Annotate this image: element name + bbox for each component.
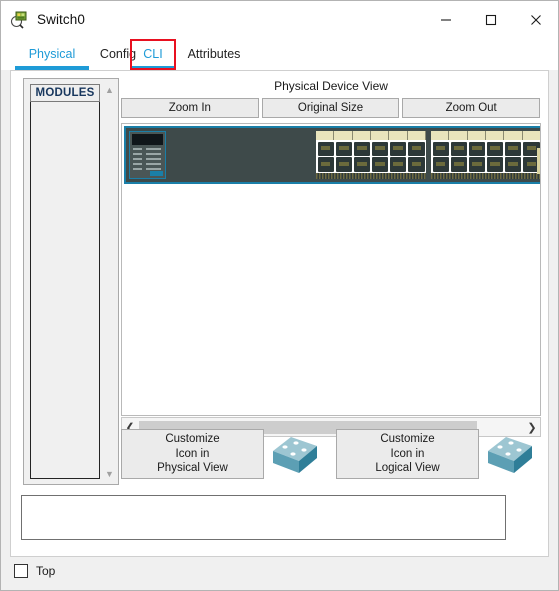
ethernet-port[interactable] [504, 157, 522, 172]
ethernet-port[interactable] [432, 157, 450, 172]
ethernet-port[interactable] [389, 157, 407, 172]
tab-physical[interactable]: Physical [15, 38, 89, 70]
modules-header: MODULES [30, 84, 100, 102]
ethernet-port[interactable] [432, 141, 450, 156]
maximize-button[interactable] [468, 1, 513, 38]
switch-chassis-graphic[interactable] [124, 126, 540, 184]
ethernet-port[interactable] [371, 141, 389, 156]
led-indicator [133, 163, 142, 165]
ethernet-port[interactable] [486, 157, 504, 172]
ethernet-port[interactable] [450, 157, 468, 172]
tab-cli-label: CLI [143, 47, 163, 61]
led-indicator [146, 163, 161, 165]
ethernet-port[interactable] [504, 141, 522, 156]
customize-logical-line2: Icon in [390, 447, 425, 460]
led-display [132, 134, 163, 145]
top-checkbox-row[interactable]: Top [14, 564, 55, 578]
minimize-button[interactable] [423, 1, 468, 38]
led-indicator [133, 153, 142, 155]
port-row-group[interactable] [431, 140, 540, 173]
window-title: Switch0 [37, 12, 85, 27]
switch-3d-icon-logical[interactable] [484, 433, 536, 477]
led-indicator [133, 148, 142, 150]
customize-icon-row: Customize Icon in Physical View Customiz… [121, 429, 541, 481]
ethernet-port[interactable] [317, 157, 335, 172]
ethernet-port[interactable] [317, 141, 335, 156]
physical-tab-panel: MODULES ▲ ▼ Physical Device View Zoom In… [10, 70, 549, 557]
top-checkbox[interactable] [14, 564, 28, 578]
physical-device-view-title: Physical Device View [274, 79, 388, 93]
original-size-button[interactable]: Original Size [261, 98, 400, 118]
window-controls [423, 1, 558, 38]
customize-icon-logical-view-button[interactable]: Customize Icon in Logical View [336, 429, 479, 479]
tab-cli[interactable]: CLI [132, 38, 174, 70]
ethernet-port[interactable] [353, 157, 371, 172]
device-view-canvas[interactable] [121, 123, 541, 416]
tab-attributes-label: Attributes [187, 47, 241, 61]
modules-scrollbar[interactable]: ▲ ▼ [102, 80, 117, 483]
modules-scroll-up-icon[interactable]: ▲ [102, 82, 117, 97]
led-indicator [146, 153, 161, 155]
zoom-button-row: Zoom In Original Size Zoom Out [121, 98, 541, 118]
modules-scroll-down-icon[interactable]: ▼ [102, 466, 117, 481]
description-textarea[interactable] [21, 495, 506, 540]
led-indicator [133, 158, 142, 160]
vent-grille [316, 173, 426, 179]
customize-physical-line2: Icon in [175, 447, 210, 460]
ethernet-port[interactable] [335, 141, 353, 156]
tab-physical-label: Physical [28, 47, 76, 61]
port-number-labels [431, 131, 540, 140]
maximize-icon [485, 14, 496, 25]
led-indicator [146, 148, 161, 150]
port-number-labels [316, 131, 426, 140]
port-group-left[interactable] [316, 131, 426, 179]
ethernet-port[interactable] [468, 157, 486, 172]
led-indicator [146, 168, 161, 170]
port-group-right[interactable] [431, 131, 540, 179]
vent-grille [431, 173, 540, 179]
led-indicator [133, 168, 142, 170]
ethernet-port[interactable] [353, 141, 371, 156]
ethernet-port[interactable] [407, 141, 425, 156]
customize-icon-physical-view-button[interactable]: Customize Icon in Physical View [121, 429, 264, 479]
ethernet-port[interactable] [486, 141, 504, 156]
modules-list[interactable]: MODULES [30, 84, 100, 479]
customize-physical-line1: Customize [165, 432, 220, 445]
status-led-panel [129, 131, 166, 179]
top-checkbox-label: Top [36, 564, 56, 578]
ethernet-port[interactable] [389, 141, 407, 156]
customize-physical-line3: Physical View [157, 462, 228, 475]
zoom-out-button[interactable]: Zoom Out [402, 98, 541, 118]
ethernet-port[interactable] [371, 157, 389, 172]
ethernet-port[interactable] [450, 141, 468, 156]
packet-tracer-device-icon [10, 11, 28, 29]
led-indicator [146, 158, 161, 160]
ethernet-port[interactable] [335, 157, 353, 172]
close-button[interactable] [513, 1, 558, 38]
customize-logical-line1: Customize [380, 432, 435, 445]
ethernet-port[interactable] [407, 157, 425, 172]
minimize-icon [440, 18, 451, 21]
modules-panel: MODULES ▲ ▼ [23, 78, 119, 485]
ethernet-port[interactable] [468, 141, 486, 156]
tab-attributes[interactable]: Attributes [175, 38, 253, 70]
tab-bar: Physical Config CLI Attributes [1, 38, 558, 70]
device-window: Switch0 Physical Config CLI Attributes M… [0, 0, 559, 591]
bottom-bar: Top [2, 558, 557, 590]
switch-3d-icon-physical[interactable] [269, 433, 321, 477]
uplink-slot [537, 148, 540, 174]
customize-logical-line3: Logical View [375, 462, 440, 475]
titlebar: Switch0 [1, 1, 558, 38]
chassis-faceplate [126, 128, 540, 182]
mode-button[interactable] [150, 171, 163, 176]
zoom-in-button[interactable]: Zoom In [121, 98, 259, 118]
tab-config-label: Config [99, 47, 137, 61]
close-icon [530, 14, 541, 25]
port-row-group[interactable] [316, 140, 426, 173]
